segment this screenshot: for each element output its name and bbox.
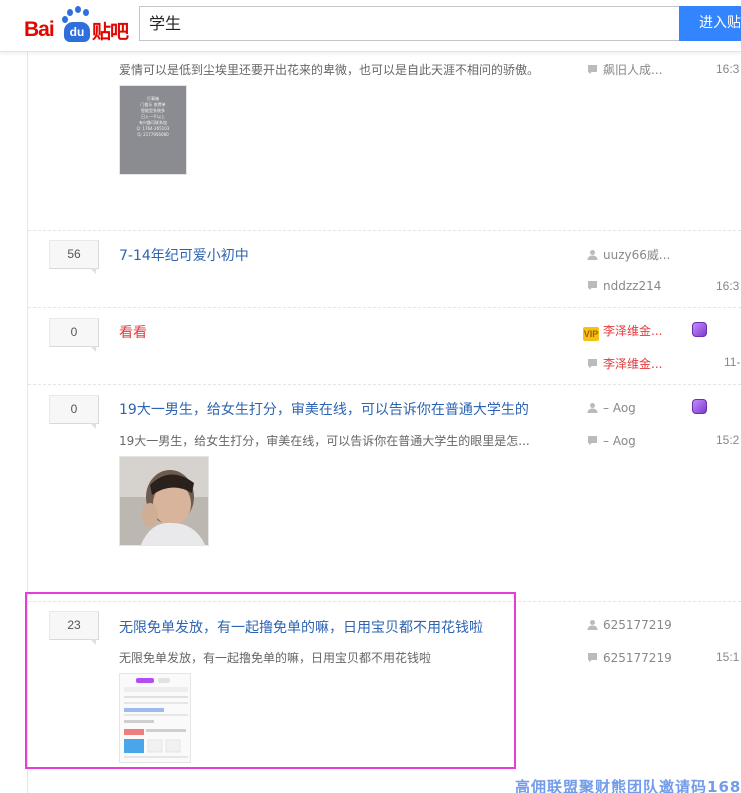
reply-icon	[588, 281, 597, 290]
logo-bai-text: Bai	[24, 18, 55, 41]
enter-tieba-button[interactable]: 进入贴吧	[679, 6, 741, 41]
reply-time: 16:3	[716, 279, 740, 293]
vip-badge-icon: VIP	[583, 327, 599, 341]
thread-divider	[28, 384, 741, 385]
member-badge-icon	[692, 399, 707, 414]
thumbnail-text-line: Q: 2177956080	[137, 132, 169, 137]
thread-abstract: 爱情可以是低到尘埃里还要开出花来的卑微，也可以是自此天涯不相问的骄傲。	[119, 63, 540, 77]
thread-thumbnail[interactable]: 打事箱 门槛乐 收费单 智能型系统多 日入一千以上 有兴趣可联系加 Q: 1764-265…	[119, 85, 187, 175]
last-reply-user[interactable]: nddzz214	[587, 279, 661, 293]
thread-title[interactable]: 19大一男生，给女生打分，审美在线，可以告诉你在普通大学生的	[119, 399, 529, 419]
search-input[interactable]: 学生	[139, 6, 679, 41]
watermark: 高佣联盟聚财熊团队邀请码1688	[515, 778, 741, 793]
member-badge-icon	[692, 322, 707, 337]
last-reply-user[interactable]: 625177219	[587, 651, 672, 665]
thread-author[interactable]: 625177219	[587, 618, 672, 632]
paw-icon	[62, 16, 68, 23]
thread-author[interactable]: – Aog	[587, 401, 636, 415]
paw-icon	[75, 6, 81, 13]
last-reply-user[interactable]: – Aog	[587, 434, 636, 448]
reply-icon	[588, 653, 597, 662]
logo-tieba-text: 贴吧	[92, 21, 129, 43]
thread-title[interactable]: 7-14年纪可爱小初中	[119, 245, 249, 265]
reply-icon	[588, 436, 597, 445]
highlight-box	[25, 592, 516, 769]
reply-count: 0	[49, 318, 99, 352]
reply-time: 15:2	[716, 433, 740, 447]
last-reply-user[interactable]: 飙旧人成...	[587, 61, 662, 78]
reply-count: 56	[49, 240, 99, 274]
thread-author[interactable]: VIP 李泽维金...	[583, 322, 662, 341]
thread-author[interactable]: uuzy66威...	[587, 246, 670, 263]
thread-abstract: 19大一男生，给女生打分，审美在线，可以告诉你在普通大学生的眼里是怎...	[119, 434, 530, 448]
reply-icon	[588, 65, 597, 74]
reply-time: 11-	[724, 355, 741, 369]
reply-count: 0	[49, 395, 99, 429]
portrait-photo-icon	[120, 457, 208, 545]
thread-title[interactable]: 看看	[119, 322, 147, 342]
header: Bai du 贴吧 学生 进入贴吧	[0, 0, 741, 52]
baidu-tieba-logo[interactable]: Bai du 贴吧	[24, 6, 134, 46]
paw-icon	[83, 9, 89, 16]
thread-divider	[28, 307, 741, 308]
user-icon	[587, 620, 598, 630]
paw-icon	[67, 9, 73, 16]
thread-divider	[28, 230, 741, 231]
thread-thumbnail[interactable]	[119, 456, 209, 546]
user-icon	[587, 250, 598, 260]
reply-time: 16:3	[716, 62, 740, 76]
last-reply-user[interactable]: 李泽维金...	[587, 355, 662, 372]
reply-time: 15:1	[716, 650, 740, 664]
logo-du-text: du	[64, 22, 90, 42]
user-icon	[587, 403, 598, 413]
reply-icon	[588, 359, 597, 368]
